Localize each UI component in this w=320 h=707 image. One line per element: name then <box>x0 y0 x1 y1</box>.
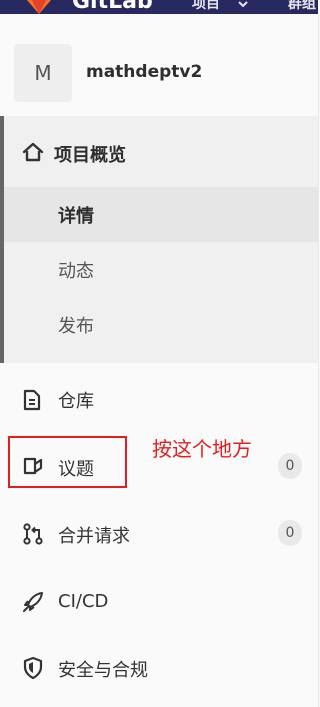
project-header[interactable]: M mathdeptv2 <box>0 14 318 117</box>
nav-item-merge-requests[interactable]: 合并请求 0 <box>0 508 318 560</box>
file-icon <box>23 389 41 411</box>
project-avatar[interactable]: M <box>14 44 72 102</box>
nav-item-security-compliance[interactable]: 安全与合规 <box>0 643 318 693</box>
home-icon <box>22 142 44 162</box>
top-navbar: GitLab 项目 群组 <box>0 0 318 14</box>
nav-item-overview[interactable]: 项目概览 <box>54 141 126 167</box>
nav-subitem-details-label: 详情 <box>58 206 94 227</box>
issues-count-badge: 0 <box>278 453 302 479</box>
groups-menu[interactable]: 群组 <box>288 0 316 13</box>
shield-icon <box>23 656 43 680</box>
nav-item-repository-label: 仓库 <box>58 391 94 412</box>
brand-name[interactable]: GitLab <box>72 0 153 14</box>
project-name[interactable]: mathdeptv2 <box>86 62 202 82</box>
nav-item-cicd-label: CI/CD <box>58 591 109 612</box>
nav-item-security-compliance-label: 安全与合规 <box>58 660 148 681</box>
rocket-icon <box>23 592 43 612</box>
annotation-text: 按这个地方 <box>152 437 252 461</box>
nav-subitem-details[interactable]: 详情 <box>4 187 318 242</box>
nav-item-cicd[interactable]: CI/CD <box>0 577 318 627</box>
nav-subitem-activity-label: 动态 <box>58 261 94 282</box>
nav-subitem-releases[interactable]: 发布 <box>4 297 318 352</box>
nav-item-repository[interactable]: 仓库 <box>0 374 318 424</box>
nav-subitem-activity[interactable]: 动态 <box>4 242 318 297</box>
chevron-down-icon[interactable] <box>238 1 248 7</box>
merge-requests-count-badge: 0 <box>278 520 302 546</box>
annotation-highlight-box <box>8 436 127 488</box>
nav-item-merge-requests-label: 合并请求 <box>58 526 130 547</box>
nav-subitem-releases-label: 发布 <box>58 316 94 337</box>
projects-menu[interactable]: 项目 <box>192 0 220 13</box>
merge-request-icon <box>23 523 43 545</box>
gitlab-logo-icon[interactable] <box>20 0 58 14</box>
